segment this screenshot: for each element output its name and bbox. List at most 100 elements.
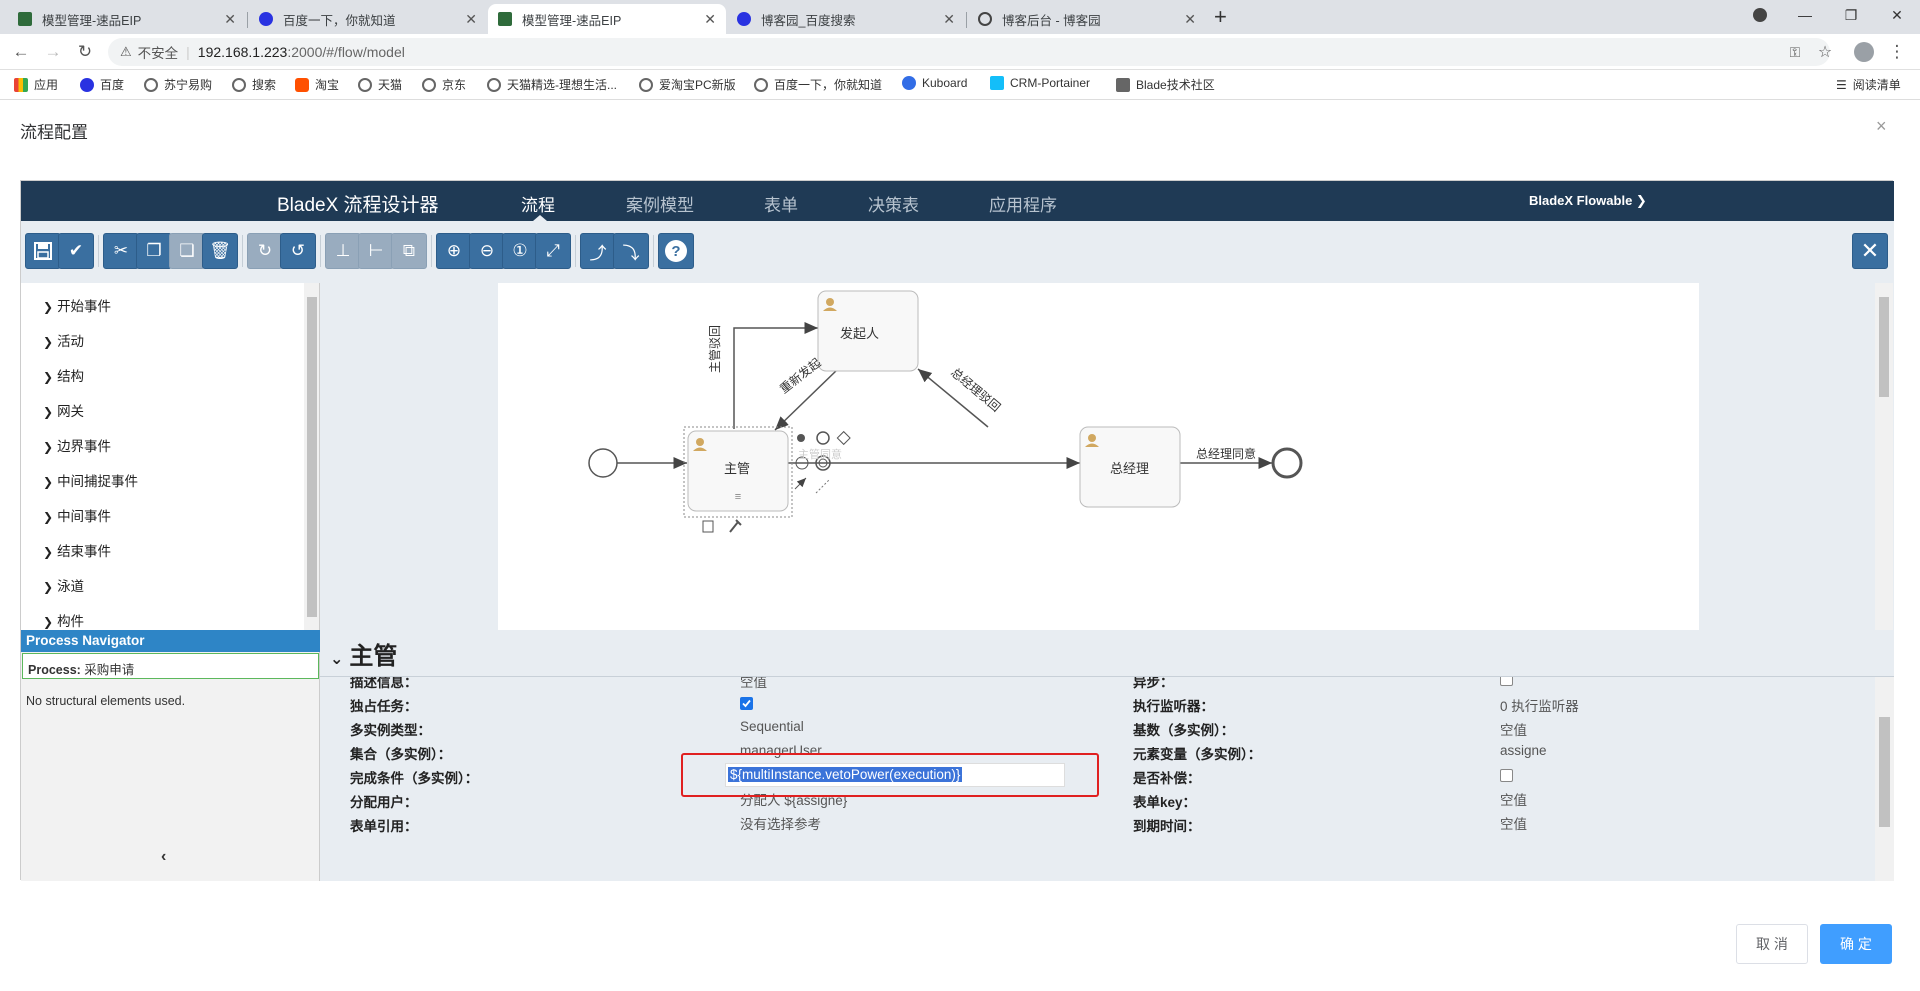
bookmark-item[interactable]: 京东 bbox=[422, 76, 466, 93]
prop-value-cardinality[interactable]: 空值 bbox=[1500, 719, 1527, 739]
palette-scroll-thumb[interactable] bbox=[307, 297, 317, 617]
palette-boundary-events[interactable]: ❯ 边界事件 bbox=[43, 435, 111, 455]
copy-icon[interactable]: ❐ bbox=[136, 233, 172, 269]
bookmark-item[interactable]: Kuboard bbox=[902, 76, 967, 90]
prop-value-description[interactable]: 空值 bbox=[740, 677, 767, 691]
zoom-actual-icon[interactable]: ① bbox=[502, 233, 538, 269]
url-path[interactable]: :2000/#/flow/model bbox=[287, 44, 405, 60]
context-add-event-icon[interactable] bbox=[816, 431, 830, 445]
canvas-scrollbar[interactable] bbox=[1875, 283, 1893, 630]
context-add-task-icon[interactable] bbox=[797, 434, 805, 442]
tab-close-icon[interactable]: ✕ bbox=[704, 11, 716, 28]
save-icon[interactable] bbox=[25, 233, 61, 269]
prop-value-mi-type[interactable]: Sequential bbox=[740, 719, 804, 734]
bookmark-item[interactable]: CRM-Portainer bbox=[990, 76, 1090, 90]
palette-swimlanes[interactable]: ❯ 泳道 bbox=[43, 575, 84, 595]
prop-checkbox-async[interactable] bbox=[1500, 677, 1513, 686]
cancel-button[interactable]: 取 消 bbox=[1736, 924, 1808, 964]
bookmark-item[interactable]: 爱淘宝PC新版 bbox=[639, 76, 736, 93]
start-event[interactable] bbox=[588, 448, 618, 478]
properties-scroll-thumb[interactable] bbox=[1879, 717, 1890, 827]
url-host[interactable]: 192.168.1.223 bbox=[198, 44, 288, 60]
align-vertical-icon[interactable]: ⊥ bbox=[325, 233, 361, 269]
diagram-canvas[interactable]: ≡ 发起人 主管 总经理 主管驳回 重新发起 总经理驳回 总经理同意 主管同意 bbox=[320, 283, 1894, 630]
omnibox[interactable]: ⚠ 不安全 | 192.168.1.223:2000/#/flow/model bbox=[108, 38, 1830, 66]
restore-icon[interactable]: ❐ bbox=[1828, 0, 1874, 30]
diagram-paper[interactable]: ≡ 发起人 主管 总经理 主管驳回 重新发起 总经理驳回 总经理同意 主管同意 bbox=[498, 283, 1699, 630]
browser-tab[interactable]: 模型管理-速品EIP ✕ bbox=[8, 4, 246, 34]
prop-value-due-date[interactable]: 空值 bbox=[1500, 813, 1527, 833]
reload-icon[interactable]: ↻ bbox=[74, 41, 96, 63]
browser-tab[interactable]: 博客园_百度搜索 ✕ bbox=[727, 4, 965, 34]
menu-process[interactable]: 流程 bbox=[521, 191, 555, 216]
tab-close-icon[interactable]: ✕ bbox=[465, 11, 477, 28]
back-icon[interactable]: ← bbox=[10, 41, 32, 63]
warning-icon[interactable]: ⚠ bbox=[120, 44, 132, 60]
prop-checkbox-compensation[interactable] bbox=[1500, 769, 1513, 782]
palette-end-events[interactable]: ❯ 结束事件 bbox=[43, 540, 111, 560]
help-icon[interactable]: ? bbox=[658, 233, 694, 269]
palette-scrollbar[interactable] bbox=[304, 283, 319, 630]
prop-value-element-variable[interactable]: assigne bbox=[1500, 743, 1547, 758]
browser-tab[interactable]: 博客后台 - 博客园 ✕ bbox=[968, 4, 1206, 34]
delete-trash-icon[interactable]: 🗑 bbox=[202, 233, 238, 269]
bookmark-apps[interactable]: 应用 bbox=[14, 76, 58, 93]
window-close-icon[interactable]: ✕ bbox=[1874, 0, 1920, 30]
properties-header[interactable]: ⌄ 主管 bbox=[330, 636, 397, 671]
confirm-button[interactable]: 确 定 bbox=[1820, 924, 1892, 964]
bookmark-item[interactable]: 搜索 bbox=[232, 76, 276, 93]
browser-tab[interactable]: 百度一下，你就知道 ✕ bbox=[249, 4, 487, 34]
tab-close-icon[interactable]: ✕ bbox=[943, 11, 955, 28]
bookmark-item[interactable]: Blade技术社区 bbox=[1116, 76, 1215, 93]
browser-menu-icon[interactable]: ⋮ bbox=[1886, 41, 1908, 63]
undo-icon[interactable]: ↺ bbox=[280, 233, 316, 269]
menu-form[interactable]: 表单 bbox=[764, 191, 798, 216]
validate-check-icon[interactable]: ✔ bbox=[58, 233, 94, 269]
paste-icon[interactable]: ❏ bbox=[169, 233, 205, 269]
palette-gateways[interactable]: ❯ 网关 bbox=[43, 400, 84, 420]
security-label[interactable]: 不安全 bbox=[138, 42, 179, 62]
properties-scrollbar[interactable] bbox=[1875, 677, 1894, 881]
redo-icon[interactable]: ↻ bbox=[247, 233, 283, 269]
menu-application[interactable]: 应用程序 bbox=[989, 191, 1057, 216]
context-association-icon[interactable] bbox=[815, 478, 831, 494]
palette-start-events[interactable]: ❯ 开始事件 bbox=[43, 295, 111, 315]
palette-catching-events[interactable]: ❯ 中间捕捉事件 bbox=[43, 470, 138, 490]
collapse-chevron-icon[interactable]: ‹ bbox=[161, 848, 166, 866]
zoom-fit-icon[interactable]: ⤢ bbox=[535, 233, 571, 269]
zoom-out-icon[interactable]: ⊖ bbox=[469, 233, 505, 269]
palette-artifacts[interactable]: ❯ 构件 bbox=[43, 610, 84, 630]
palette-intermediate-events[interactable]: ❯ 中间事件 bbox=[43, 505, 111, 525]
bookmark-item[interactable]: 百度 bbox=[80, 76, 124, 93]
reading-list[interactable]: ☰ 阅读清单 bbox=[1836, 76, 1901, 93]
prop-value-form-key[interactable]: 空值 bbox=[1500, 789, 1527, 809]
prop-value-form-reference[interactable]: 没有选择参考 bbox=[740, 813, 821, 833]
zoom-in-icon[interactable]: ⊕ bbox=[436, 233, 472, 269]
same-size-icon[interactable]: ⧉ bbox=[391, 233, 427, 269]
bookmark-star-icon[interactable]: ☆ bbox=[1814, 41, 1836, 63]
forward-icon[interactable]: → bbox=[42, 41, 64, 63]
palette-activities[interactable]: ❯ 活动 bbox=[43, 330, 84, 350]
password-key-icon[interactable]: ⚿ bbox=[1784, 41, 1806, 63]
prop-value-execution-listeners[interactable]: 0 执行监听器 bbox=[1500, 695, 1579, 715]
menu-case-model[interactable]: 案例模型 bbox=[626, 191, 694, 216]
context-add-gateway-icon[interactable] bbox=[836, 430, 851, 446]
process-diagram[interactable]: ≡ bbox=[498, 283, 1699, 630]
close-editor-icon[interactable]: ✕ bbox=[1852, 233, 1888, 269]
tab-close-icon[interactable]: ✕ bbox=[224, 11, 236, 28]
align-horizontal-icon[interactable]: ⊢ bbox=[358, 233, 394, 269]
remove-bendpoint-icon[interactable]: ⤵ bbox=[613, 233, 649, 269]
dialog-close-icon[interactable]: × bbox=[1876, 116, 1887, 137]
navigator-process-row[interactable]: Process: 采购申请 bbox=[22, 653, 319, 679]
end-event[interactable] bbox=[1271, 447, 1303, 479]
tab-search-icon[interactable] bbox=[1737, 0, 1783, 30]
menu-decision-table[interactable]: 决策表 bbox=[868, 191, 919, 216]
cut-icon[interactable]: ✂ bbox=[103, 233, 139, 269]
bookmark-item[interactable]: 苏宁易购 bbox=[144, 76, 212, 93]
minimize-icon[interactable]: — bbox=[1782, 0, 1828, 30]
new-tab-button[interactable]: + bbox=[1214, 4, 1227, 30]
context-connect-icon[interactable] bbox=[794, 477, 807, 490]
browser-tab-active[interactable]: 模型管理-速品EIP ✕ bbox=[488, 4, 726, 34]
add-bendpoint-icon[interactable]: ⤴ bbox=[580, 233, 616, 269]
palette-structural[interactable]: ❯ 结构 bbox=[43, 365, 84, 385]
